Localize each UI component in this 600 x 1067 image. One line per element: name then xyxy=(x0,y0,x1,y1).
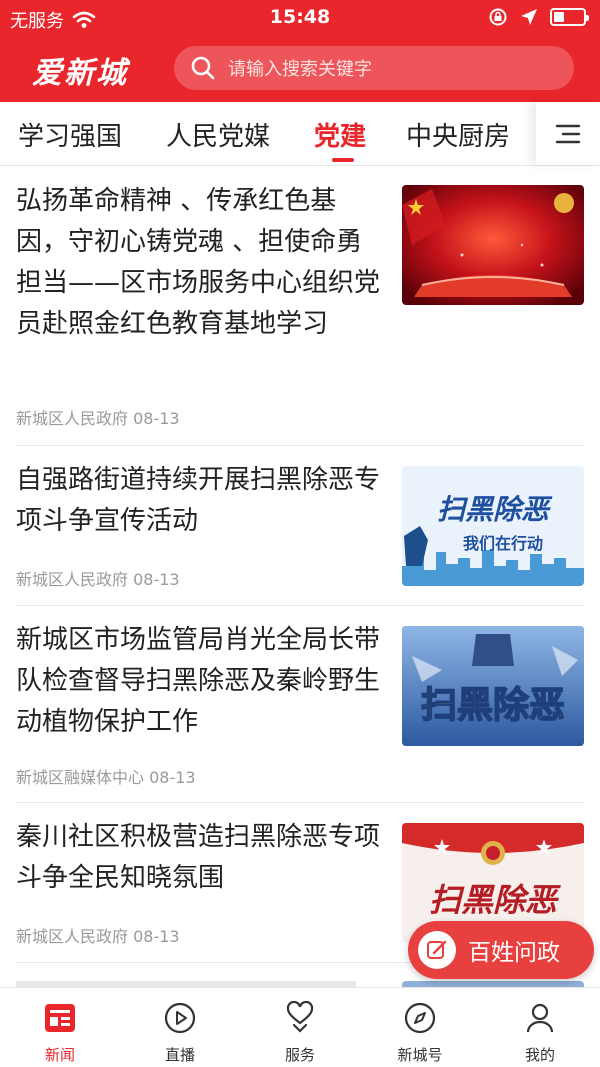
search-icon xyxy=(191,56,215,80)
nav-label: 我的 xyxy=(524,1046,555,1064)
bottom-nav: 新闻 直播 服务 新城号 我的 xyxy=(0,987,600,1067)
news-source: 新城区人民政府 xyxy=(16,409,129,428)
nav-service[interactable]: 服务 xyxy=(250,1000,350,1065)
nav-label: 服务 xyxy=(284,1046,315,1064)
play-icon xyxy=(164,1002,196,1034)
nav-mine[interactable]: 我的 xyxy=(490,1000,590,1065)
channel-menu-button[interactable] xyxy=(536,102,600,165)
news-source: 新城区人民政府 xyxy=(16,570,129,589)
news-date: 08-13 xyxy=(149,768,196,787)
news-thumbnail[interactable]: 扫黑除恶 xyxy=(402,626,584,746)
status-right xyxy=(488,7,589,27)
news-date: 08-13 xyxy=(133,570,180,589)
float-button-label: 百姓问政 xyxy=(468,940,560,966)
news-meta: 新城区融媒体中心 08-13 xyxy=(16,764,196,788)
nav-xinchenghao[interactable]: 新城号 xyxy=(370,1000,470,1065)
thumb-text: 扫黑除恶 xyxy=(436,493,549,526)
battery-icon xyxy=(550,8,589,26)
news-list: 弘扬革命精神 、传承红色基因，守初心铸党魂 、担使命勇担当——区市场服务中心组织… xyxy=(0,167,600,987)
news-title[interactable]: 新城区市场监管局肖光全局长带队检查督导扫黑除恶及秦岭野生动植物保护工作 xyxy=(16,620,382,743)
nav-label: 直播 xyxy=(164,1046,195,1064)
news-meta: 新城区人民政府 08-13 xyxy=(16,405,180,429)
tab-xuexi-qiangguo[interactable]: 学习强国 xyxy=(18,116,122,153)
news-title[interactable]: 秦川社区积极营造扫黑除恶专项斗争全民知晓氛围 xyxy=(16,817,382,899)
baixing-wenzheng-button[interactable]: 百姓问政 xyxy=(408,921,594,979)
news-source: 新城区人民政府 xyxy=(16,927,129,946)
thumb-text: 扫黑除恶 xyxy=(428,881,557,919)
news-title[interactable]: 自强路街道持续开展扫黑除恶专项斗争宣传活动 xyxy=(16,460,382,542)
news-meta: 新城区人民政府 08-13 xyxy=(16,923,180,947)
news-meta: 新城区人民政府 08-13 xyxy=(16,566,180,590)
compass-icon xyxy=(404,1002,436,1034)
nav-live[interactable]: 直播 xyxy=(130,1000,230,1065)
status-bar: 无服务 15:48 xyxy=(0,0,600,36)
news-thumbnail[interactable] xyxy=(402,185,584,305)
news-title[interactable]: 弘扬革命精神 、传承红色基因，守初心铸党魂 、担使命勇担当——区市场服务中心组织… xyxy=(16,181,382,345)
active-tab-indicator xyxy=(332,158,354,162)
app-logo[interactable]: 爱新城 xyxy=(32,48,128,92)
news-date: 08-13 xyxy=(133,927,180,946)
channel-tabs: 学习强国 人民党媒 党建 中央厨房 xyxy=(0,102,600,166)
nav-news[interactable]: 新闻 xyxy=(10,1000,110,1065)
edit-icon xyxy=(418,931,456,969)
nav-label: 新闻 xyxy=(44,1046,75,1064)
nav-label: 新城号 xyxy=(397,1046,443,1064)
tab-zhongyang-chufang[interactable]: 中央厨房 xyxy=(406,116,510,153)
news-source: 新城区融媒体中心 xyxy=(16,768,145,787)
menu-icon xyxy=(555,124,581,143)
thumb-text: 扫黑除恶 xyxy=(420,684,566,727)
tab-dangjian[interactable]: 党建 xyxy=(314,116,366,153)
news-item[interactable]: 弘扬革命精神 、传承红色基因，守初心铸党魂 、担使命勇担当——区市场服务中心组织… xyxy=(16,167,584,446)
news-item[interactable]: 自强路街道持续开展扫黑除恶专项斗争宣传活动 新城区人民政府 08-13 扫黑除恶… xyxy=(16,446,584,606)
app-header: 爱新城 请输入搜索关键字 xyxy=(0,36,600,102)
search-placeholder: 请输入搜索关键字 xyxy=(228,59,372,80)
search-bar[interactable]: 请输入搜索关键字 xyxy=(174,46,574,90)
news-item[interactable]: 新城区市场监管局肖光全局长带队检查督导扫黑除恶及秦岭野生动植物保护工作 新城区融… xyxy=(16,606,584,803)
thumb-subtext: 我们在行动 xyxy=(462,534,543,553)
rotation-lock-icon xyxy=(489,8,507,26)
location-arrow-icon xyxy=(521,9,537,25)
news-date: 08-13 xyxy=(133,409,180,428)
news-thumbnail[interactable]: 扫黑除恶 我们在行动 xyxy=(402,466,584,586)
red-banner-image xyxy=(402,185,584,305)
tab-renmin-dangmei[interactable]: 人民党媒 xyxy=(166,116,270,153)
user-icon xyxy=(526,1003,554,1033)
news-icon xyxy=(45,1004,75,1032)
service-icon xyxy=(286,1001,314,1033)
